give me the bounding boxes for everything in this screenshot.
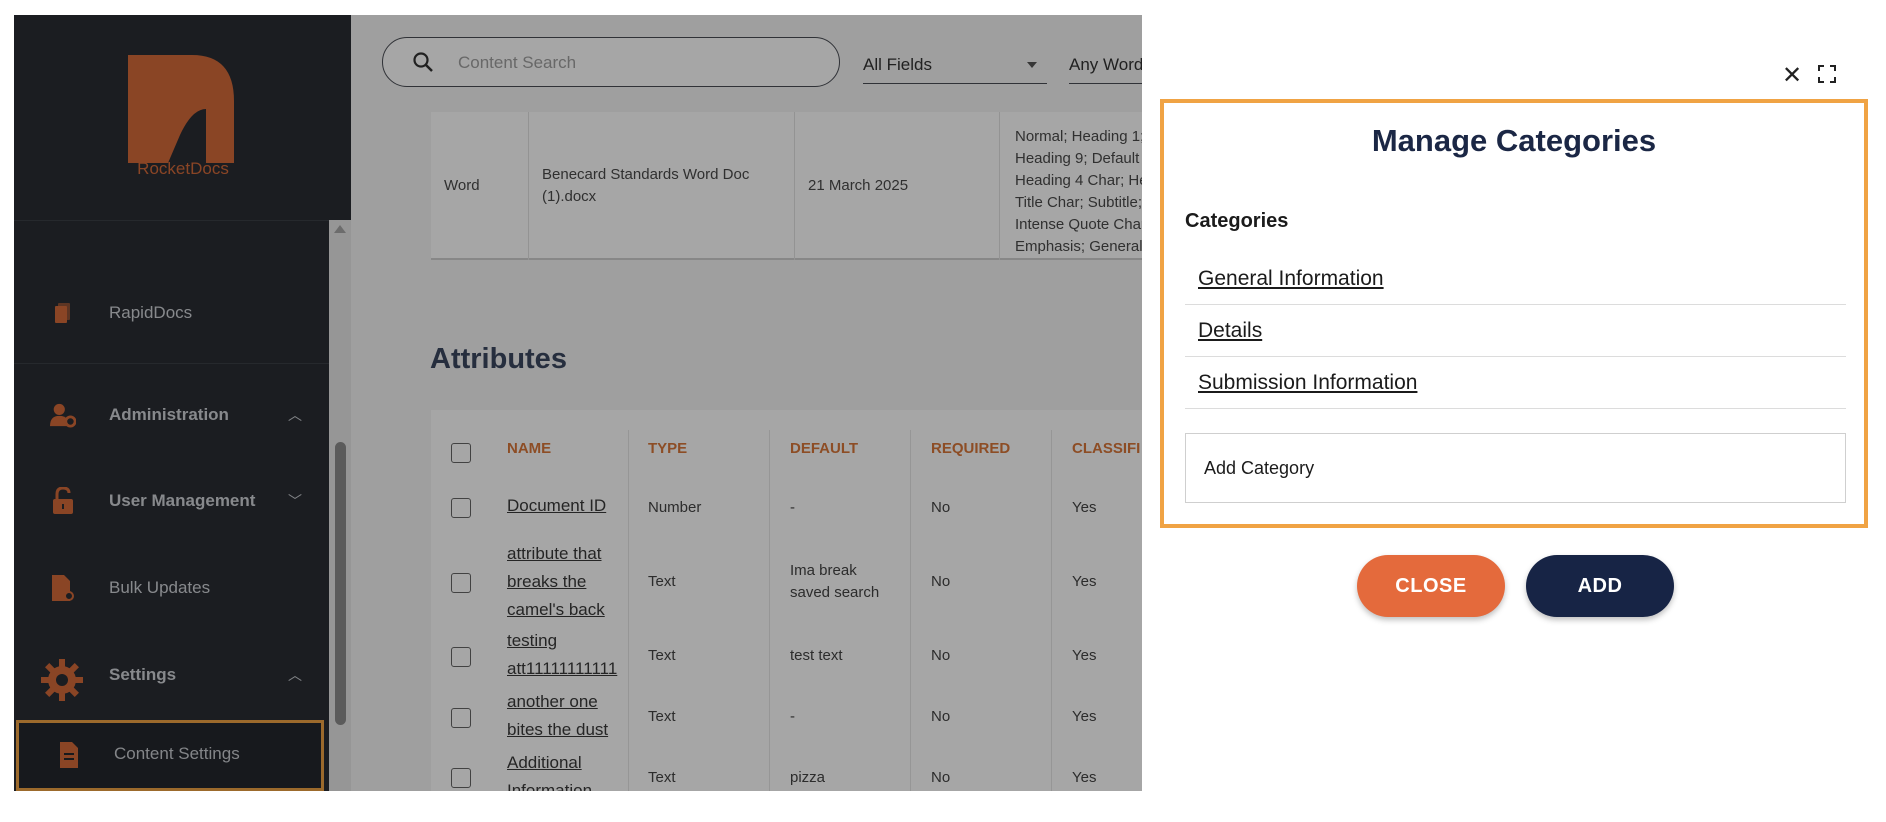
add-category-input[interactable] [1185,433,1846,503]
category-item[interactable]: Details [1185,305,1846,357]
screen: RocketDocs RapidDocs Administration ︿ Us… [0,0,1886,822]
dialog-title: Manage Categories [1371,123,1657,158]
add-button[interactable]: ADD [1526,555,1674,617]
close-button[interactable]: CLOSE [1357,555,1505,617]
category-item[interactable]: Submission Information [1185,357,1846,409]
expand-icon[interactable] [1818,65,1836,83]
categories-heading: Categories [1185,210,1289,232]
category-link[interactable]: Details [1198,319,1262,343]
close-icon[interactable]: ✕ [1782,64,1802,88]
category-link[interactable]: Submission Information [1198,371,1417,395]
modal-backdrop[interactable] [14,15,1142,791]
category-item[interactable]: General Information [1185,253,1846,305]
category-link[interactable]: General Information [1198,267,1384,291]
manage-categories-dialog: Manage Categories Categories General Inf… [1160,99,1868,528]
app-window: RocketDocs RapidDocs Administration ︿ Us… [14,15,1142,791]
